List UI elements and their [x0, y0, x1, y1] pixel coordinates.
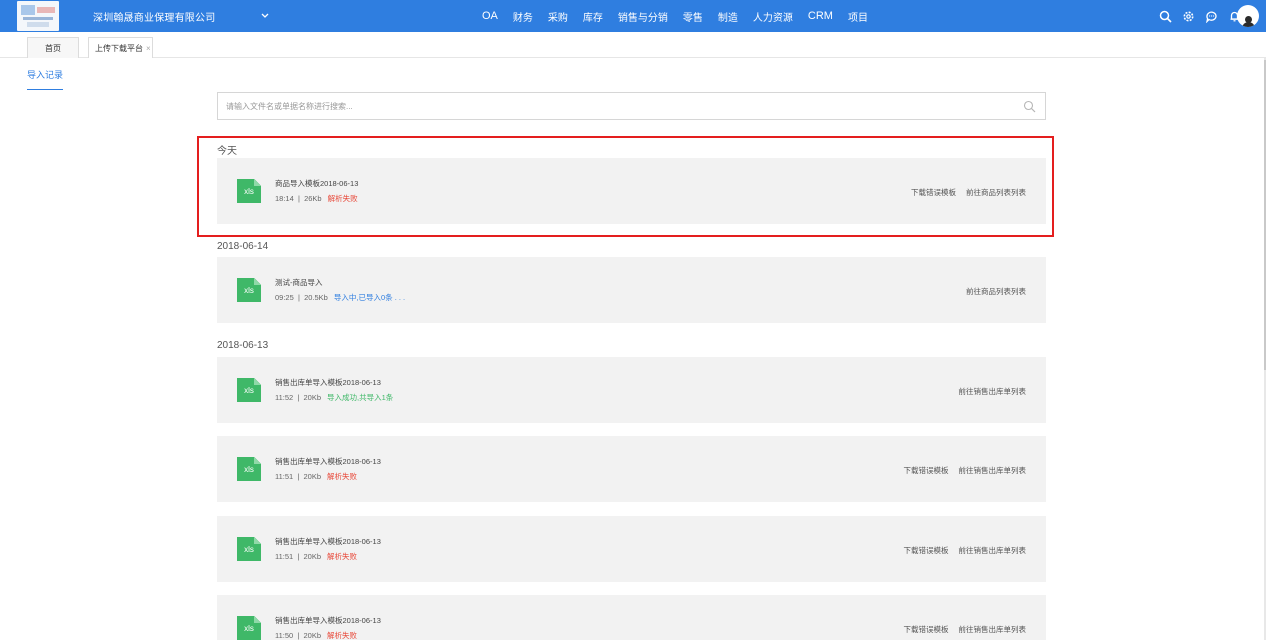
file-name: 销售出库单导入模板2018-06-13	[275, 378, 381, 387]
file-size: 20Kb	[303, 631, 322, 640]
xls-file-icon: xls	[237, 537, 261, 561]
record-actions: 下载错误模板 前往销售出库单列表	[894, 545, 1027, 556]
file-meta: 09:25 | 20.5Kb 导入中,已导入0条 . . .	[275, 293, 406, 302]
file-size: 20Kb	[303, 552, 322, 561]
xls-file-icon: xls	[237, 378, 261, 402]
main-nav: OA 财务 采购 库存 销售与分销 零售 制造 人力资源 CRM 项目	[482, 0, 883, 32]
download-error-template-link[interactable]: 下载错误模板	[904, 545, 949, 556]
group-title-date: 2018-06-13	[217, 340, 269, 351]
subnav-active-indicator	[27, 89, 63, 90]
status-badge: 解析失败	[327, 552, 358, 561]
nav-item-retail[interactable]: 零售	[683, 9, 703, 24]
gear-icon[interactable]	[1181, 9, 1195, 23]
status-badge: 解析失败	[327, 472, 358, 481]
close-icon[interactable]: ×	[146, 44, 151, 53]
file-name: 销售出库单导入模板2018-06-13	[275, 537, 381, 546]
nav-item-finance[interactable]: 财务	[513, 9, 533, 24]
file-time: 11:51	[275, 552, 294, 561]
file-meta: 11:50 | 20Kb 解析失败	[275, 631, 358, 640]
file-size: 20.5Kb	[304, 293, 328, 302]
list-item[interactable]: xls 销售出库单导入模板2018-06-13 11:50 | 20Kb 解析失败…	[217, 595, 1046, 640]
file-name: 商品导入模板2018-06-13	[275, 179, 359, 188]
tab-upload-download[interactable]: 上传下载平台 ×	[88, 37, 153, 58]
search-icon[interactable]	[1023, 100, 1036, 113]
search-icon[interactable]	[1158, 9, 1172, 23]
nav-item-hr[interactable]: 人力资源	[753, 9, 793, 24]
list-item[interactable]: xls 商品导入模板2018-06-13 18:14 | 26Kb 解析失败 下载…	[217, 158, 1046, 224]
record-actions: 下载错误模板 前往商品列表列表	[901, 187, 1026, 198]
nav-item-oa[interactable]: OA	[482, 10, 498, 22]
file-meta: 11:51 | 20Kb 解析失败	[275, 472, 358, 481]
nav-item-manufacturing[interactable]: 制造	[718, 9, 738, 24]
goto-list-link[interactable]: 前往销售出库单列表	[959, 545, 1027, 556]
record-actions: 下载错误模板 前往销售出库单列表	[894, 465, 1027, 476]
record-actions: 前往商品列表列表	[956, 286, 1026, 297]
tab-upload-download-label: 上传下载平台	[95, 43, 143, 53]
file-time: 11:52	[275, 393, 294, 402]
status-badge: 导入中,已导入0条 . . .	[333, 293, 406, 302]
file-time: 11:51	[275, 472, 294, 481]
file-name: 测试-商品导入	[275, 278, 323, 287]
download-error-template-link[interactable]: 下载错误模板	[911, 187, 956, 198]
list-item[interactable]: xls 销售出库单导入模板2018-06-13 11:51 | 20Kb 解析失败…	[217, 436, 1046, 502]
group-title-today: 今天	[217, 146, 237, 157]
record-actions: 前往销售出库单列表	[949, 386, 1027, 397]
nav-item-project[interactable]: 项目	[848, 9, 868, 24]
record-actions: 下载错误模板 前往销售出库单列表	[894, 624, 1027, 635]
top-navigation-bar: 深圳翰晟商业保理有限公司 OA 财务 采购 库存 销售与分销 零售 制造 人力资…	[0, 0, 1266, 32]
status-badge: 解析失败	[327, 631, 358, 640]
list-item[interactable]: xls 测试-商品导入 09:25 | 20.5Kb 导入中,已导入0条 . . …	[217, 257, 1046, 323]
status-badge: 导入成功,共导入1条	[327, 393, 394, 402]
xls-file-icon: xls	[237, 179, 261, 203]
status-badge: 解析失败	[327, 194, 358, 203]
nav-item-inventory[interactable]: 库存	[583, 9, 603, 24]
xls-file-icon: xls	[237, 616, 261, 640]
list-item[interactable]: xls 销售出库单导入模板2018-06-13 11:52 | 20Kb 导入成功…	[217, 357, 1046, 423]
company-logo[interactable]	[17, 1, 59, 31]
nav-item-purchase[interactable]: 采购	[548, 9, 568, 24]
file-meta: 11:52 | 20Kb 导入成功,共导入1条	[275, 393, 394, 402]
goto-list-link[interactable]: 前往销售出库单列表	[959, 465, 1027, 476]
goto-list-link[interactable]: 前往销售出库单列表	[959, 624, 1027, 635]
file-name: 销售出库单导入模板2018-06-13	[275, 457, 381, 466]
file-meta: 18:14 | 26Kb 解析失败	[275, 194, 358, 203]
group-title-date: 2018-06-14	[217, 241, 269, 252]
file-time: 18:14	[275, 194, 294, 203]
chat-icon[interactable]	[1204, 9, 1218, 23]
xls-file-icon: xls	[237, 278, 261, 302]
file-size: 20Kb	[303, 393, 322, 402]
goto-list-link[interactable]: 前往商品列表列表	[966, 187, 1026, 198]
nav-item-crm[interactable]: CRM	[808, 10, 833, 22]
file-meta: 11:51 | 20Kb 解析失败	[275, 552, 358, 561]
nav-item-sales-distribution[interactable]: 销售与分销	[618, 9, 668, 24]
file-name: 销售出库单导入模板2018-06-13	[275, 616, 381, 625]
avatar[interactable]	[1237, 5, 1259, 27]
goto-list-link[interactable]: 前往销售出库单列表	[959, 386, 1027, 397]
search-box	[217, 92, 1046, 120]
file-size: 26Kb	[304, 194, 322, 203]
page-tab-strip: 首页 上传下载平台 ×	[0, 32, 1266, 58]
search-input[interactable]	[226, 99, 1006, 114]
list-item[interactable]: xls 销售出库单导入模板2018-06-13 11:51 | 20Kb 解析失败…	[217, 516, 1046, 582]
file-time: 11:50	[275, 631, 294, 640]
file-size: 20Kb	[303, 472, 322, 481]
file-time: 09:25	[275, 293, 294, 302]
xls-file-icon: xls	[237, 457, 261, 481]
chevron-down-icon[interactable]	[258, 8, 272, 22]
company-name[interactable]: 深圳翰晟商业保理有限公司	[93, 9, 215, 24]
subnav-import-records[interactable]: 导入记录	[27, 68, 63, 81]
download-error-template-link[interactable]: 下载错误模板	[904, 624, 949, 635]
tab-home[interactable]: 首页	[27, 37, 79, 58]
download-error-template-link[interactable]: 下载错误模板	[904, 465, 949, 476]
tab-home-label: 首页	[45, 43, 61, 53]
goto-list-link[interactable]: 前往商品列表列表	[966, 286, 1026, 297]
